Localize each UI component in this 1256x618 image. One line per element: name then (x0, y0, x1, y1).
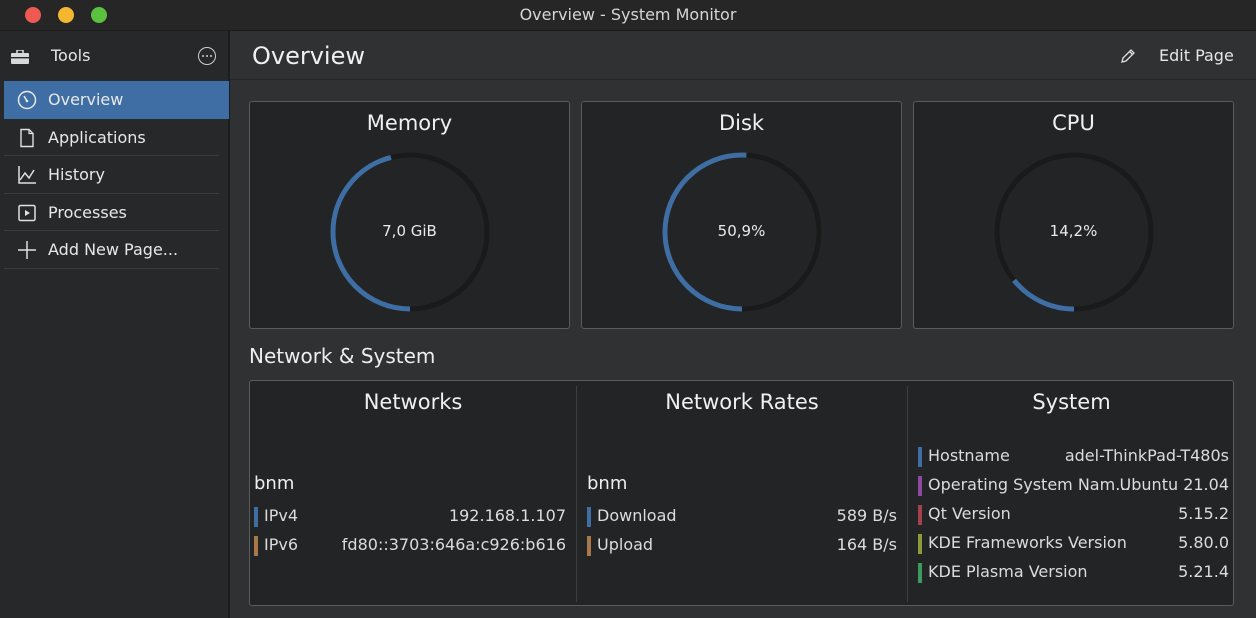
system-row-hostname: Hostname adel-ThinkPad-T480s (918, 445, 1229, 467)
row-label: Hostname (928, 446, 1010, 465)
main-content: Overview Edit Page Memory 7,0 GiB Disk 5… (230, 31, 1256, 618)
card-title: CPU (1052, 111, 1095, 135)
row-label: IPv6 (264, 535, 299, 554)
legend-swatch (918, 563, 922, 583)
system-row-os: Operating System Nam... Ubuntu 21.04 (918, 474, 1229, 496)
page-header: Overview Edit Page (230, 31, 1256, 80)
legend-swatch (254, 507, 258, 527)
legend-swatch (918, 476, 922, 496)
sidebar-item-overview[interactable]: Overview (4, 81, 229, 119)
row-value: Ubuntu 21.04 (1119, 475, 1229, 494)
document-icon (20, 128, 34, 147)
row-label: Upload (597, 535, 654, 554)
row-label: KDE Plasma Version (928, 562, 1088, 581)
networks-group-label: bnm (254, 473, 295, 494)
sidebar-item-label: Add New Page... (48, 240, 179, 259)
title-bar: Overview - System Monitor (0, 0, 1256, 31)
memory-value: 7,0 GiB (382, 222, 437, 240)
sidebar-item-label: Processes (48, 202, 127, 222)
column-divider (907, 386, 908, 602)
pencil-icon[interactable] (1120, 48, 1136, 64)
system-row-plasma: KDE Plasma Version 5.21.4 (918, 561, 1229, 583)
networks-title: Networks (363, 390, 463, 414)
system-row-qt: Qt Version 5.15.2 (918, 503, 1229, 525)
more-options-icon[interactable] (198, 47, 216, 65)
card-title: Disk (718, 111, 765, 135)
row-value: 5.21.4 (1178, 562, 1229, 581)
sidebar-item-label: Overview (48, 90, 124, 109)
cpu-value: 14,2% (1049, 222, 1098, 240)
plus-icon (18, 241, 36, 259)
card-title: Memory (366, 111, 453, 135)
legend-swatch (587, 507, 591, 527)
chart-line-icon (18, 166, 36, 184)
network-rates-title: Network Rates (665, 390, 819, 414)
legend-swatch (587, 536, 591, 556)
rate-row-upload: Upload 164 B/s (587, 534, 897, 556)
network-row-ipv4: IPv4 192.168.1.107 (254, 505, 566, 527)
rates-group-label: bnm (587, 473, 628, 494)
page-title: Overview (252, 42, 365, 70)
legend-swatch (918, 447, 922, 467)
row-value: 192.168.1.107 (448, 506, 566, 525)
sidebar-header: Tools (0, 31, 229, 81)
window-title: Overview - System Monitor (519, 5, 737, 24)
row-value: adel-ThinkPad-T480s (1064, 446, 1229, 465)
row-value: 589 B/s (836, 506, 897, 525)
disk-card: Disk 50,9% (581, 101, 902, 329)
row-value: 164 B/s (836, 535, 897, 554)
row-value: 5.15.2 (1178, 504, 1229, 523)
cpu-card: CPU 14,2% (913, 101, 1234, 329)
memory-card: Memory 7,0 GiB (249, 101, 570, 329)
sidebar-item-add-new-page[interactable]: Add New Page... (4, 231, 219, 269)
system-row-frameworks: KDE Frameworks Version 5.80.0 (918, 532, 1229, 554)
play-window-icon (18, 204, 36, 221)
disk-value: 50,9% (717, 222, 766, 240)
row-value: fd80::3703:646a:c926:b616 (341, 535, 566, 554)
sidebar-item-applications[interactable]: Applications (4, 119, 219, 156)
network-row-ipv6: IPv6 fd80::3703:646a:c926:b616 (254, 534, 566, 556)
legend-swatch (918, 534, 922, 554)
edit-page-button[interactable]: Edit Page (1159, 46, 1234, 65)
rate-row-download: Download 589 B/s (587, 505, 897, 527)
section-title: Network & System (249, 344, 436, 368)
sidebar-item-label: Applications (48, 127, 146, 147)
legend-swatch (254, 536, 258, 556)
sidebar-item-processes[interactable]: Processes (4, 194, 219, 231)
column-divider (576, 386, 577, 602)
sidebar-item-history[interactable]: History (4, 156, 219, 194)
sidebar-item-label: History (48, 165, 105, 184)
network-system-card: Networks bnm IPv4 192.168.1.107 IPv6 fd8… (249, 380, 1234, 606)
sidebar: Tools Overview Applications History Proc… (0, 31, 229, 618)
row-label: Download (597, 506, 677, 525)
sidebar-header-label: Tools (51, 46, 91, 65)
row-label: KDE Frameworks Version (928, 533, 1127, 552)
system-title: System (1032, 390, 1111, 414)
row-value: 5.80.0 (1178, 533, 1229, 552)
speedometer-icon (17, 90, 37, 110)
row-label: Operating System Nam... (928, 475, 1131, 494)
row-label: Qt Version (928, 504, 1011, 523)
toolbox-icon (11, 50, 29, 64)
row-label: IPv4 (264, 506, 299, 525)
legend-swatch (918, 505, 922, 525)
